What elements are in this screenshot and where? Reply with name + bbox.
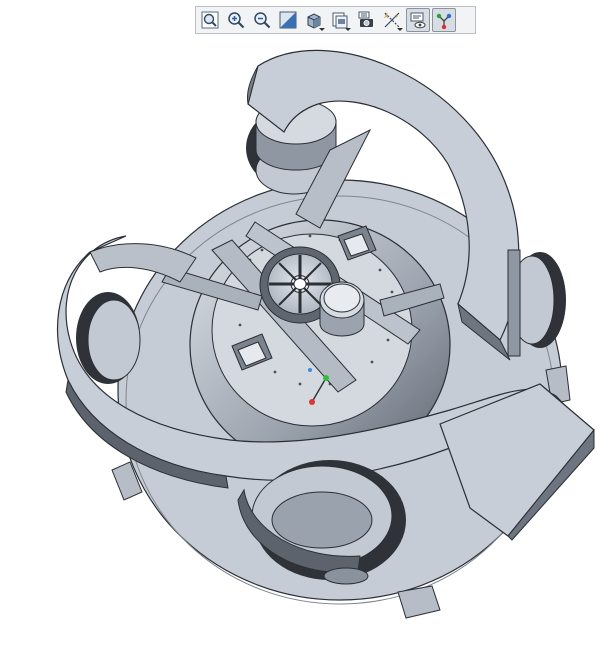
view-manager-icon	[358, 11, 373, 27]
saved-views-button[interactable]	[328, 8, 352, 32]
right-cyclone	[507, 249, 566, 357]
foot	[397, 585, 441, 619]
chevron-down-icon	[319, 28, 325, 31]
repaint-button[interactable]	[276, 8, 300, 32]
spin-center-button[interactable]	[432, 8, 456, 32]
refit-button[interactable]	[198, 8, 222, 32]
repaint-icon	[279, 11, 297, 29]
annotation-display-button[interactable]	[406, 8, 430, 32]
saved-views-icon	[332, 12, 348, 29]
chevron-down-icon	[397, 28, 403, 31]
zoom-out-icon	[254, 12, 271, 29]
refit-icon	[201, 11, 219, 29]
motor-cylinder	[319, 281, 365, 337]
annotation-display-icon	[410, 12, 426, 29]
view-toolbar: X *	[195, 6, 476, 34]
zoom-in-icon	[228, 12, 245, 29]
svg-text:*: *	[395, 14, 398, 21]
shaded-cube-icon	[307, 13, 321, 29]
left-cyclone	[76, 292, 141, 384]
datum-display-button[interactable]: X *	[380, 8, 404, 32]
view-manager-button[interactable]	[354, 8, 378, 32]
chevron-down-icon	[345, 28, 351, 31]
spin-center-icon	[436, 13, 452, 30]
zoom-in-button[interactable]	[224, 8, 248, 32]
model-viewport[interactable]	[0, 36, 616, 654]
display-style-button[interactable]	[302, 8, 326, 32]
svg-text:X: X	[384, 13, 388, 20]
datum-display-icon: X *	[384, 12, 400, 28]
cyclone-assembly-model	[56, 49, 595, 619]
zoom-out-button[interactable]	[250, 8, 274, 32]
